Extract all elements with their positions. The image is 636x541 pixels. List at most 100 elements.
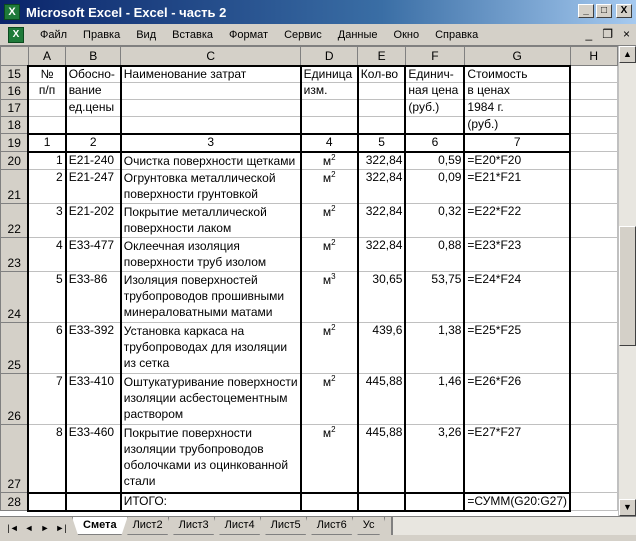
cell[interactable]: 445,88 <box>356 424 406 493</box>
row-header[interactable]: 15 <box>0 65 29 83</box>
menu-data[interactable]: Данные <box>330 29 386 41</box>
cell[interactable] <box>404 116 465 135</box>
cell[interactable] <box>569 237 618 272</box>
next-sheet-icon[interactable]: ► <box>38 521 52 535</box>
cell[interactable]: м2 <box>299 237 359 272</box>
cell[interactable]: E21-202 <box>64 203 122 238</box>
cell[interactable]: (руб.) <box>404 99 465 117</box>
cell[interactable]: 1,38 <box>404 322 465 374</box>
col-header-g[interactable]: G <box>463 46 571 66</box>
cell[interactable] <box>27 99 67 117</box>
cell[interactable]: Покрытие поверхности изоляции трубопрово… <box>119 424 302 493</box>
cell[interactable]: Огрунтовка металлической поверхности гру… <box>119 169 302 204</box>
row-header[interactable]: 22 <box>0 203 29 238</box>
cell[interactable]: =E22*F22 <box>463 203 572 238</box>
cell[interactable]: 2 <box>27 169 67 204</box>
row-header[interactable]: 17 <box>0 99 29 117</box>
col-header-h[interactable]: H <box>569 46 618 66</box>
row-header[interactable]: 25 <box>0 322 29 374</box>
cell[interactable]: Изоляция поверхностей трубопроводов прош… <box>119 271 302 323</box>
cell[interactable]: ед.цены <box>64 99 122 117</box>
cell[interactable]: Покрытие металлической поверхности лаком <box>119 203 302 238</box>
cell[interactable]: м2 <box>299 203 359 238</box>
prev-sheet-icon[interactable]: ◄ <box>22 521 36 535</box>
cell[interactable]: № <box>27 64 67 83</box>
scroll-up-icon[interactable]: ▲ <box>619 46 636 63</box>
cell[interactable]: 0,09 <box>404 169 465 204</box>
vertical-scrollbar[interactable]: ▲ ▼ <box>618 46 636 516</box>
row-header[interactable]: 24 <box>0 271 29 323</box>
cell[interactable]: E33-460 <box>64 424 122 493</box>
cell[interactable]: Стоимость <box>463 64 572 83</box>
cell[interactable]: м2 <box>299 424 359 493</box>
cell[interactable]: м2 <box>299 169 359 204</box>
cell[interactable]: п/п <box>27 82 67 100</box>
tab-list2[interactable]: Лист2 <box>122 517 174 535</box>
tab-list6[interactable]: Лист6 <box>306 517 358 535</box>
cell[interactable] <box>569 169 618 204</box>
minimize-button[interactable]: _ <box>578 4 594 18</box>
cell[interactable]: вание <box>64 82 122 100</box>
cell[interactable]: 7 <box>27 373 67 425</box>
menu-format[interactable]: Формат <box>221 29 276 41</box>
cell[interactable]: 7 <box>463 133 572 153</box>
cell[interactable]: Наименование затрат <box>119 64 302 83</box>
cell[interactable]: м2 <box>299 373 359 425</box>
cell[interactable] <box>569 373 618 425</box>
cell[interactable]: E21-247 <box>64 169 122 204</box>
cell[interactable]: E33-86 <box>64 271 122 323</box>
cell[interactable]: E33-392 <box>64 322 122 374</box>
cell[interactable]: Оштукатуривание поверхности изоляции асб… <box>119 373 302 425</box>
cell[interactable]: 1 <box>27 151 67 170</box>
cell[interactable]: Очистка поверхности щетками <box>119 151 302 170</box>
cell[interactable]: 0,88 <box>404 237 465 272</box>
cell[interactable]: 5 <box>27 271 67 323</box>
cell[interactable]: 8 <box>27 424 67 493</box>
maximize-button[interactable]: □ <box>596 4 612 18</box>
cell[interactable]: 0,32 <box>404 203 465 238</box>
excel-app-icon[interactable]: X <box>4 4 20 20</box>
cell[interactable]: 5 <box>356 133 406 153</box>
cell[interactable]: ная цена <box>404 82 465 100</box>
cell[interactable]: E33-477 <box>64 237 122 272</box>
horizontal-scrollbar[interactable] <box>391 517 636 535</box>
doc-restore-button[interactable]: ❐ <box>602 27 613 41</box>
tab-list3[interactable]: Лист3 <box>168 517 220 535</box>
col-header-e[interactable]: E <box>357 46 406 66</box>
cell[interactable] <box>569 99 618 117</box>
row-header[interactable]: 19 <box>0 133 29 152</box>
menu-edit[interactable]: Правка <box>75 29 128 41</box>
cell[interactable] <box>356 116 406 135</box>
cell[interactable] <box>299 99 359 117</box>
cell[interactable]: 3 <box>27 203 67 238</box>
col-header-c[interactable]: C <box>120 46 302 66</box>
cell[interactable]: =E25*F25 <box>463 322 572 374</box>
row-header[interactable]: 26 <box>0 373 29 425</box>
cell[interactable] <box>569 424 618 493</box>
tab-us[interactable]: Ус <box>352 517 386 535</box>
cell[interactable]: 322,84 <box>356 151 406 170</box>
row-header[interactable]: 18 <box>0 116 29 134</box>
cell[interactable]: 1984 г. <box>463 99 572 117</box>
cell[interactable]: Кол-во <box>356 64 406 83</box>
cell[interactable]: 53,75 <box>404 271 465 323</box>
cell[interactable] <box>64 116 122 135</box>
cell[interactable] <box>299 491 359 512</box>
tab-smeta[interactable]: Смета <box>72 517 128 535</box>
cell[interactable] <box>569 322 618 374</box>
menu-help[interactable]: Справка <box>427 29 486 41</box>
col-header-a[interactable]: A <box>27 46 67 66</box>
last-sheet-icon[interactable]: ►| <box>54 521 68 535</box>
cell[interactable] <box>569 133 618 152</box>
cell[interactable]: =E24*F24 <box>463 271 572 323</box>
cell[interactable]: 1,46 <box>404 373 465 425</box>
cell[interactable] <box>299 116 359 135</box>
cell[interactable]: в ценах <box>463 82 572 100</box>
cell[interactable] <box>569 151 618 170</box>
tab-list4[interactable]: Лист4 <box>214 517 266 535</box>
cell[interactable]: E33-410 <box>64 373 122 425</box>
cell[interactable]: E21-240 <box>64 151 122 170</box>
cell[interactable]: м2 <box>299 322 359 374</box>
row-header[interactable]: 16 <box>0 82 29 100</box>
cell[interactable]: 445,88 <box>356 373 406 425</box>
